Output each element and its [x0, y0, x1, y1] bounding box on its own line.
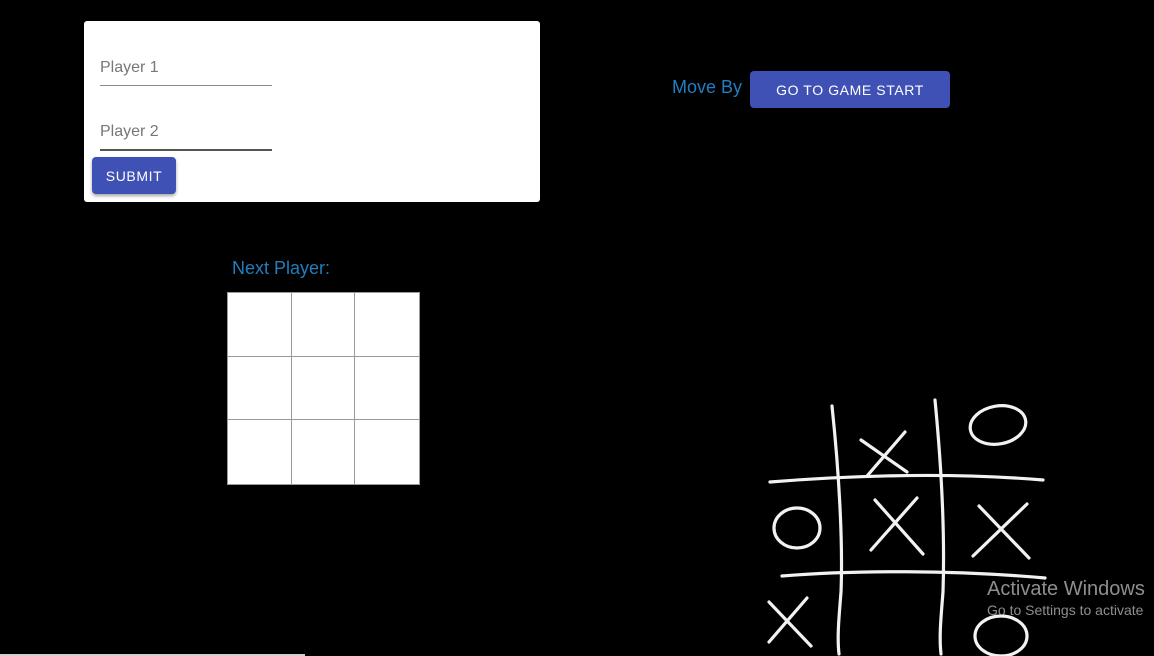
watermark-title: Activate Windows	[987, 578, 1145, 600]
board-cell[interactable]	[355, 356, 419, 421]
chalk-o-mark	[772, 506, 822, 550]
board-cell[interactable]	[228, 356, 292, 421]
chalk-x-mark	[767, 596, 813, 648]
game-board	[227, 292, 420, 485]
chalk-grid-line	[830, 404, 844, 656]
watermark-subtitle: Go to Settings to activate	[987, 602, 1144, 618]
submit-button[interactable]: SUBMIT	[92, 157, 176, 194]
board-cell[interactable]	[355, 420, 419, 484]
go-to-game-start-button[interactable]: GO TO GAME START	[750, 71, 950, 108]
board-cell[interactable]	[228, 420, 292, 484]
move-by-label: Move By	[672, 77, 743, 97]
chalk-grid-line	[933, 398, 946, 656]
chalk-o-mark	[973, 614, 1029, 656]
board-cell[interactable]	[355, 293, 419, 357]
activate-windows-watermark: Activate Windows Go to Settings to activ…	[987, 578, 1145, 618]
next-player-label: Next Player:	[232, 258, 331, 278]
board-cell[interactable]	[291, 420, 356, 484]
board-cell[interactable]	[291, 293, 356, 357]
player1-input[interactable]	[100, 51, 272, 86]
chalk-x-mark	[859, 430, 909, 478]
board-cell[interactable]	[291, 356, 356, 421]
chalk-x-mark	[971, 502, 1031, 560]
chalk-x-mark	[869, 496, 925, 556]
chalk-o-mark	[968, 404, 1028, 446]
player2-input[interactable]	[100, 115, 272, 151]
chalk-grid-line	[768, 473, 1045, 484]
board-cell[interactable]	[228, 293, 292, 357]
player-form: SUBMIT	[84, 21, 540, 202]
